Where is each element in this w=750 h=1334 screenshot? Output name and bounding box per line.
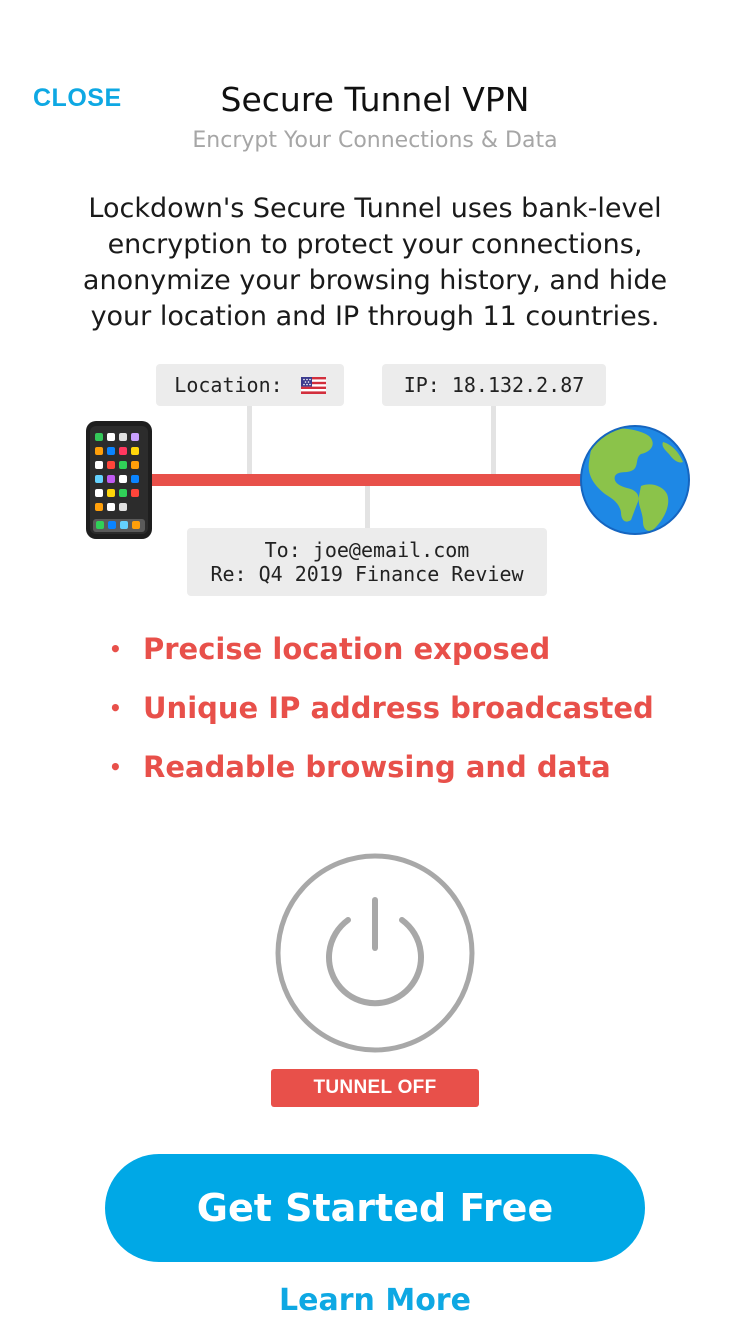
location-label: Location: [174, 373, 283, 397]
email-subject-label: Re: Q4 2019 Finance Review [210, 562, 524, 586]
risk-item-location: Precise location exposed [107, 630, 654, 689]
email-label-box: To: joe@email.com Re: Q4 2019 Finance Re… [187, 528, 547, 596]
globe-icon [580, 425, 690, 535]
risk-item-ip: Unique IP address broadcasted [107, 689, 654, 748]
ip-connector [491, 404, 496, 474]
page-subtitle: Encrypt Your Connections & Data [192, 128, 558, 153]
get-started-button[interactable]: Get Started Free [105, 1154, 645, 1262]
risk-list: Precise location exposed Unique IP addre… [107, 630, 654, 807]
ip-label-box: IP: 18.132.2.87 [382, 364, 606, 406]
location-connector [247, 404, 252, 474]
location-label-box: Location: [156, 364, 344, 406]
email-to-label: To: joe@email.com [264, 538, 470, 562]
learn-more-link[interactable]: Learn More [0, 1283, 750, 1318]
us-flag-icon [300, 377, 326, 394]
power-icon [326, 897, 424, 1007]
email-connector [365, 486, 370, 528]
page-title: Secure Tunnel VPN [220, 80, 530, 119]
tunnel-status-badge: TUNNEL OFF [271, 1069, 479, 1107]
risk-item-data: Readable browsing and data [107, 748, 654, 807]
tunnel-line [140, 474, 600, 486]
ip-label: IP: 18.132.2.87 [403, 373, 585, 397]
phone-icon [86, 421, 152, 539]
power-toggle-button[interactable] [274, 852, 476, 1054]
description-text: Lockdown's Secure Tunnel uses bank-level… [82, 193, 668, 332]
